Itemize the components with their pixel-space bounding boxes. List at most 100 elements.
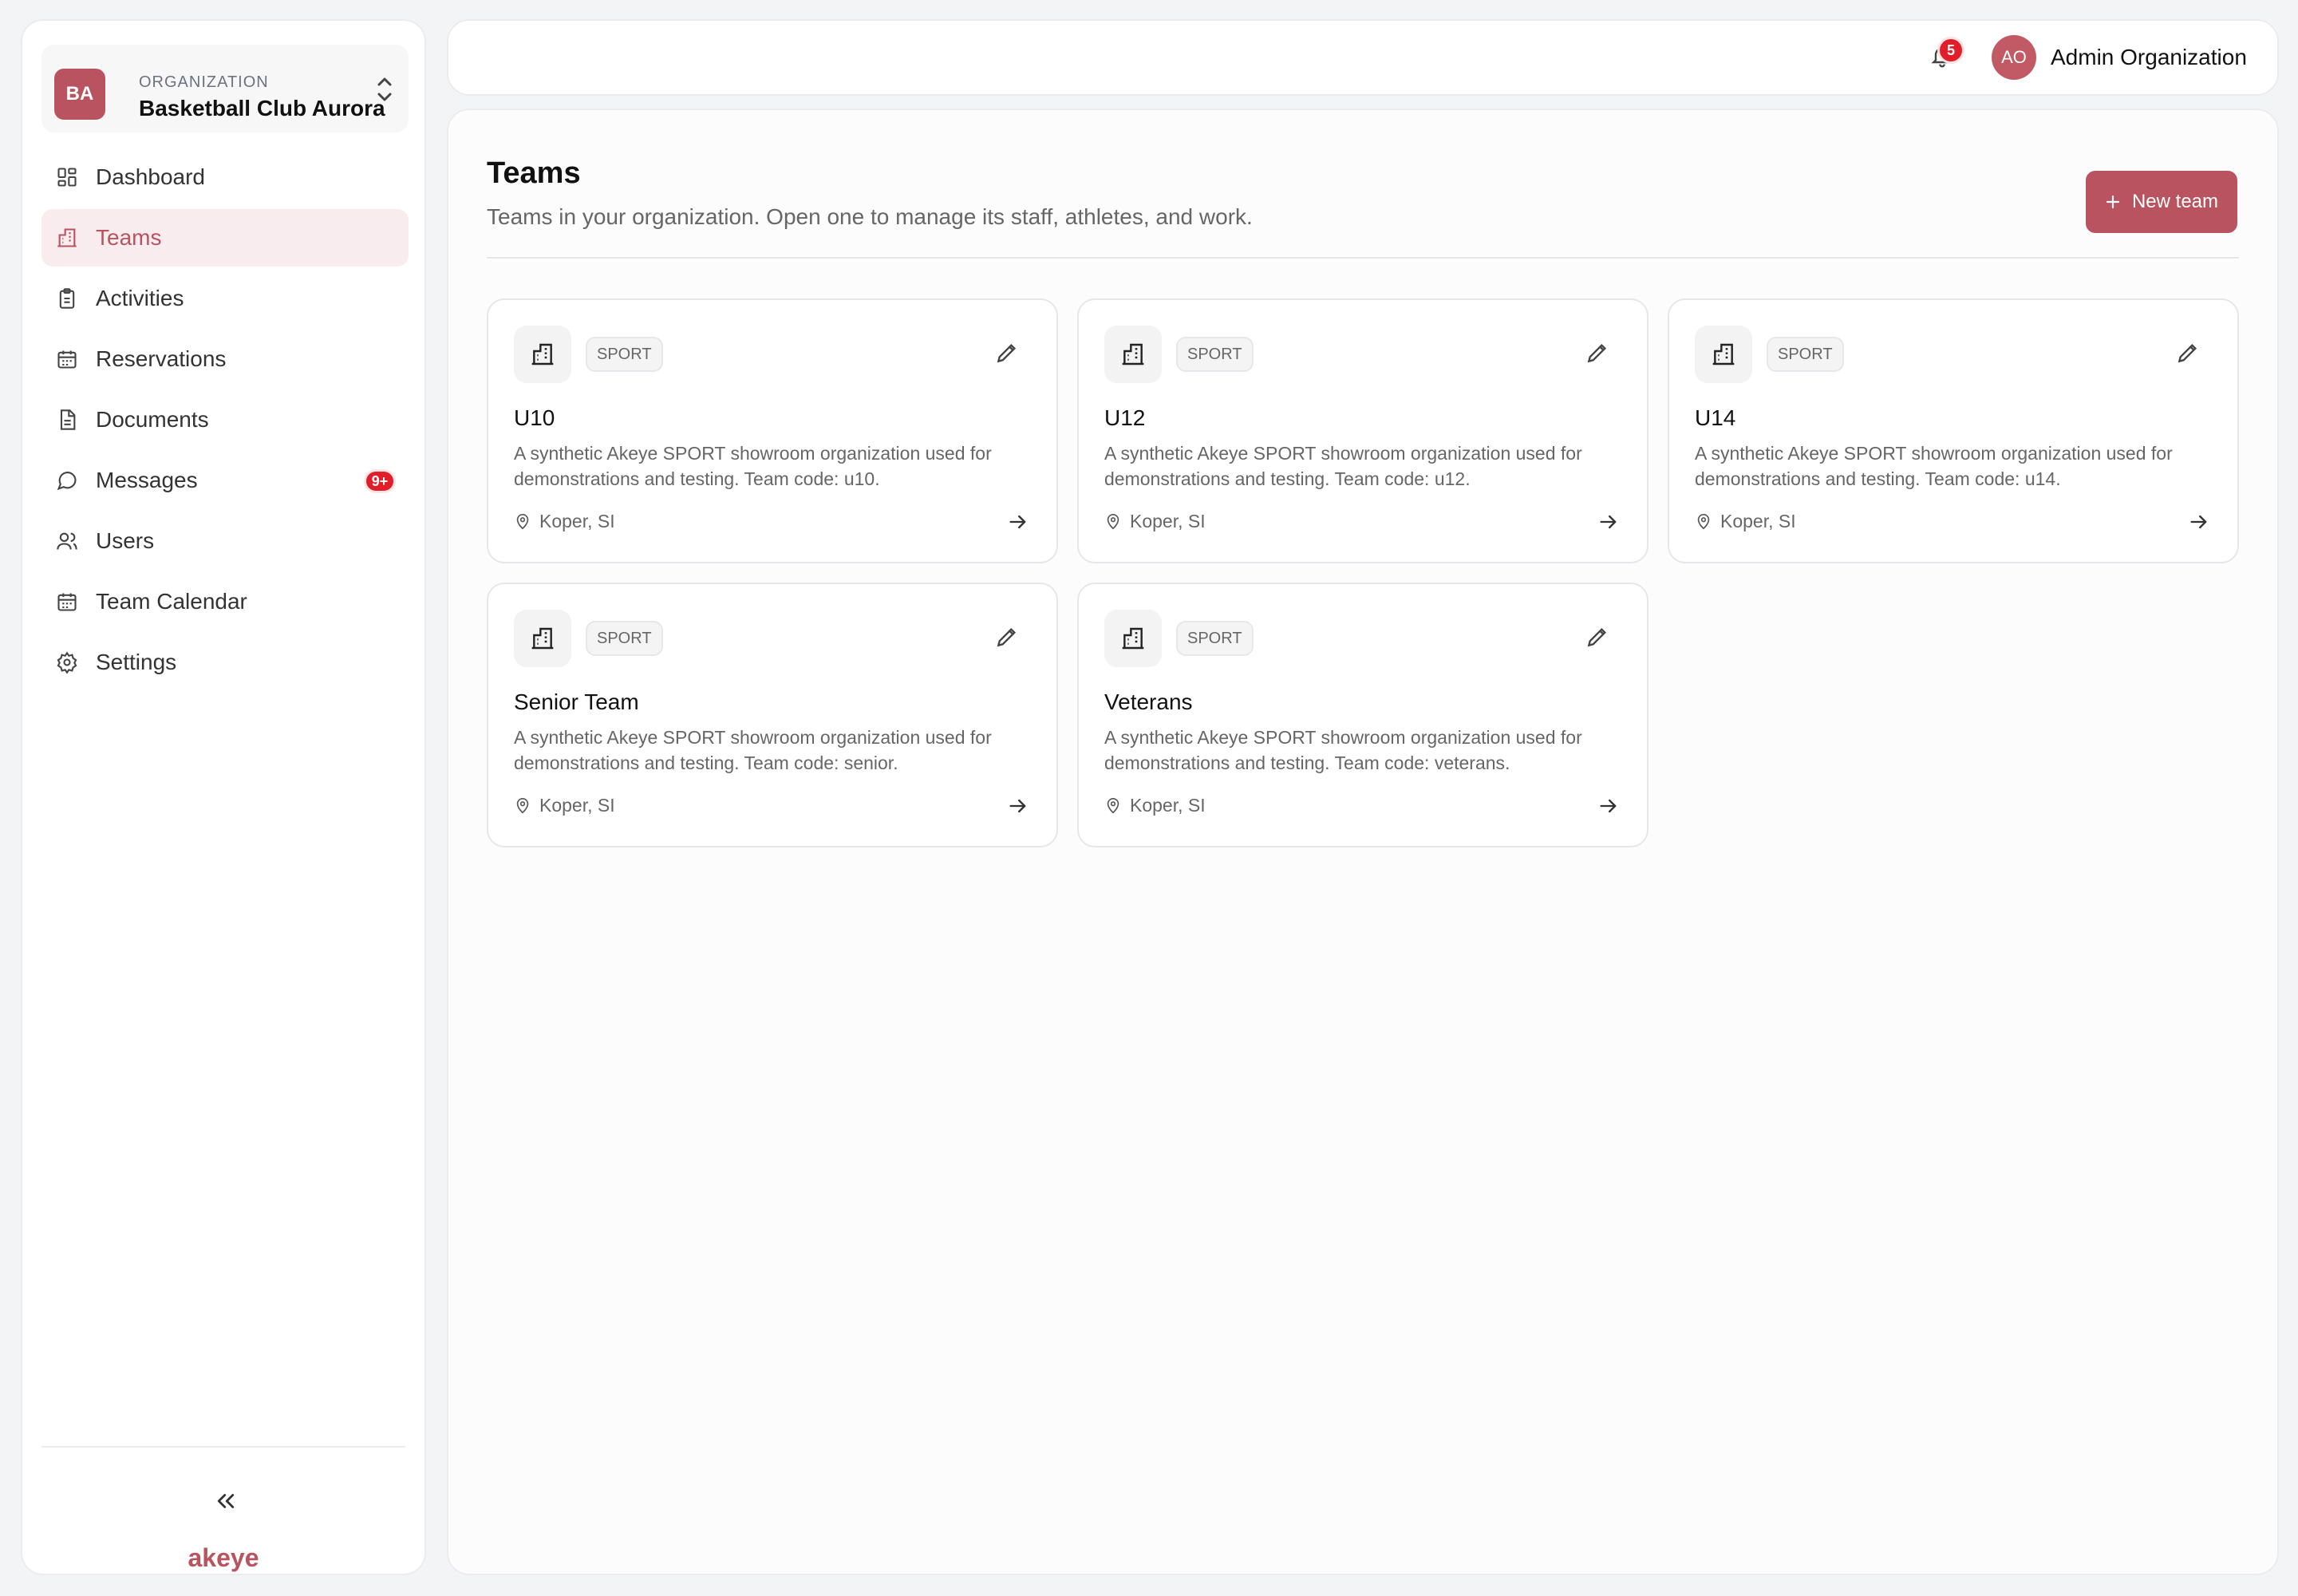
sidebar-nav: Dashboard Teams Activities Reservations … — [41, 148, 409, 694]
card-tag: SPORT — [1767, 337, 1844, 372]
pencil-icon[interactable] — [1585, 340, 1610, 365]
org-switcher[interactable]: BA ORGANIZATION Basketball Club Aurora — [41, 45, 409, 132]
team-icon-box — [1104, 610, 1162, 667]
card-location: Koper, SI — [514, 795, 615, 816]
building-icon — [1712, 343, 1735, 365]
clipboard-icon — [59, 288, 75, 309]
calendar-icon — [57, 593, 77, 611]
location-pin-icon — [1107, 513, 1119, 529]
building-icon — [531, 343, 554, 365]
card-title: U12 — [1104, 405, 1146, 430]
dashboard-icon — [57, 168, 77, 187]
gear-icon — [57, 651, 77, 674]
team-card[interactable]: SPORT U14 A synthetic Akeye SPORT showro… — [1668, 298, 2239, 563]
card-tag: SPORT — [1176, 337, 1254, 372]
card-location-label: Koper, SI — [1130, 795, 1206, 816]
pencil-icon[interactable] — [1585, 624, 1610, 650]
user-name[interactable]: Admin Organization — [2051, 45, 2247, 70]
sidebar-item-label: Messages — [96, 468, 198, 492]
card-description: A synthetic Akeye SPORT showroom organiz… — [1104, 443, 1582, 489]
card-location: Koper, SI — [1104, 795, 1206, 816]
org-name: Basketball Club Aurora — [139, 96, 385, 120]
team-card[interactable]: SPORT U12 A synthetic Akeye SPORT showro… — [1077, 298, 1648, 563]
card-tag: SPORT — [586, 337, 663, 372]
sidebar-item-label: Documents — [96, 407, 209, 432]
sidebar-divider — [41, 1446, 405, 1448]
sidebar-item-messages[interactable]: Messages 9+ — [41, 452, 409, 509]
card-description: A synthetic Akeye SPORT showroom organiz… — [1104, 727, 1582, 773]
sidebar: BA ORGANIZATION Basketball Club Aurora D… — [21, 19, 426, 1575]
calendar-icon — [57, 350, 77, 369]
location-pin-icon — [516, 797, 529, 813]
sidebar-item-reservations[interactable]: Reservations — [41, 330, 409, 388]
sidebar-item-teams[interactable]: Teams — [41, 209, 409, 267]
sidebar-item-users[interactable]: Users — [41, 512, 409, 570]
page-title: Teams — [487, 156, 581, 190]
sidebar-item-label: Settings — [96, 650, 177, 674]
org-avatar: BA — [54, 69, 105, 120]
sidebar-item-label: Activities — [96, 286, 184, 310]
team-icon-box — [514, 326, 571, 383]
card-title: U14 — [1695, 405, 1736, 430]
card-title: Veterans — [1104, 689, 1193, 714]
card-tag: SPORT — [1176, 621, 1254, 656]
card-location-label: Koper, SI — [539, 795, 615, 816]
message-icon — [57, 472, 77, 491]
notification-badge: 5 — [1937, 37, 1964, 64]
card-location: Koper, SI — [1104, 511, 1206, 532]
sidebar-item-documents[interactable]: Documents — [41, 391, 409, 448]
messages-count-badge: 9+ — [364, 469, 396, 493]
location-pin-icon — [1697, 513, 1710, 529]
pencil-icon[interactable] — [994, 340, 1020, 365]
team-card[interactable]: SPORT Veterans A synthetic Akeye SPORT s… — [1077, 583, 1648, 847]
location-pin-icon — [516, 513, 529, 529]
card-location-label: Koper, SI — [1130, 511, 1206, 531]
arrow-right-icon[interactable] — [1007, 795, 1029, 817]
document-icon — [60, 409, 76, 430]
collapse-sidebar-icon[interactable] — [214, 1489, 238, 1513]
card-description: A synthetic Akeye SPORT showroom organiz… — [1695, 443, 2173, 489]
avatar[interactable]: AO — [1992, 35, 2036, 80]
pencil-icon[interactable] — [994, 624, 1020, 650]
sidebar-item-label: Team Calendar — [96, 589, 247, 614]
brand-logo: akeye — [188, 1543, 259, 1572]
card-description: A synthetic Akeye SPORT showroom organiz… — [514, 443, 992, 489]
teams-icon — [57, 228, 77, 247]
card-location-label: Koper, SI — [539, 511, 615, 531]
arrow-right-icon[interactable] — [1007, 511, 1029, 533]
sidebar-item-team-calendar[interactable]: Team Calendar — [41, 573, 409, 630]
sidebar-item-label: Teams — [96, 225, 162, 250]
chevrons-up-down-icon[interactable] — [375, 73, 394, 105]
location-pin-icon — [1107, 797, 1119, 813]
arrow-right-icon[interactable] — [2188, 511, 2210, 533]
card-location-label: Koper, SI — [1720, 511, 1796, 531]
team-icon-box — [1104, 326, 1162, 383]
team-card[interactable]: SPORT Senior Team A synthetic Akeye SPOR… — [487, 583, 1058, 847]
sidebar-item-settings[interactable]: Settings — [41, 634, 409, 691]
team-icon-box — [1695, 326, 1752, 383]
card-location: Koper, SI — [514, 511, 615, 532]
pencil-icon[interactable] — [2175, 340, 2201, 365]
building-icon — [1122, 627, 1144, 650]
sidebar-item-dashboard[interactable]: Dashboard — [41, 148, 409, 206]
new-team-button[interactable]: New team — [2086, 171, 2237, 233]
team-icon-box — [514, 610, 571, 667]
card-location: Koper, SI — [1695, 511, 1796, 532]
building-icon — [531, 627, 554, 650]
card-tag: SPORT — [586, 621, 663, 656]
arrow-right-icon[interactable] — [1597, 511, 1620, 533]
building-icon — [1122, 343, 1144, 365]
arrow-right-icon[interactable] — [1597, 795, 1620, 817]
card-title: Senior Team — [514, 689, 639, 714]
users-icon — [57, 532, 77, 550]
card-title: U10 — [514, 405, 555, 430]
header-divider — [487, 257, 2239, 259]
sidebar-item-activities[interactable]: Activities — [41, 270, 409, 327]
plus-icon — [2106, 195, 2120, 209]
org-kicker: ORGANIZATION — [139, 73, 269, 91]
sidebar-item-label: Reservations — [96, 346, 227, 371]
new-team-label: New team — [2131, 191, 2219, 212]
page-subtitle: Teams in your organization. Open one to … — [487, 204, 1253, 229]
sidebar-item-label: Users — [96, 528, 155, 553]
team-card[interactable]: SPORT U10 A synthetic Akeye SPORT showro… — [487, 298, 1058, 563]
